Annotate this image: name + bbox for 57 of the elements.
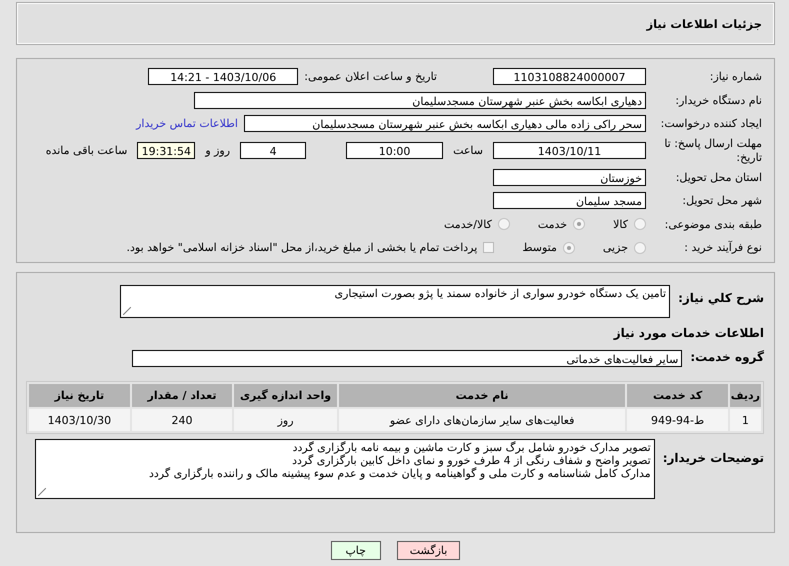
field-label: استان محل تحویل: [674, 170, 762, 184]
days-field[interactable]: 4 [240, 142, 306, 159]
text-field[interactable]: سحر راکی زاده مالی دهیاری ابکاسه بخش عنبر شهرستان مسجدسلیمان [244, 115, 646, 132]
field-label: ساعت [452, 144, 484, 157]
text-field[interactable]: 1103108824000007 [493, 68, 646, 86]
column-header: کد خدمت [627, 384, 728, 407]
column-header: واحد اندازه گیری [234, 384, 337, 407]
checkbox[interactable] [483, 242, 494, 254]
text-field[interactable]: خوزستان [493, 168, 646, 186]
table-cell: 1 [730, 409, 761, 431]
field-label: توضیحات خریدار: [662, 451, 764, 465]
column-header: تاریخ نیاز [29, 384, 130, 407]
radio-button[interactable] [498, 218, 510, 230]
section-title: اطلاعات خدمات مورد نیاز [612, 326, 764, 340]
field-label: شهر محل تحویل: [681, 194, 762, 208]
radio-label: کالا [613, 218, 628, 231]
radio-button[interactable] [634, 242, 646, 254]
radio-label: متوسط [522, 241, 557, 254]
text-field[interactable]: 1403/10/06 - 14:21 [148, 68, 298, 86]
radio-label: کالا/خدمت [444, 218, 492, 231]
action-button[interactable]: بازگشت [396, 541, 460, 560]
table-cell: فعالیت‌های سایر سازمان‌های دارای عضو [338, 409, 626, 431]
field-label: ساعت باقی مانده [44, 144, 128, 157]
radio-button[interactable] [573, 218, 586, 230]
field-label: تاریخ و ساعت اعلان عمومی: [304, 70, 437, 84]
field-label: نوع فرآیند خرید : [683, 241, 762, 254]
field-label: مهلت ارسال پاسخ: تا تاریخ: [663, 137, 762, 164]
text-area[interactable]: تصویر مدارک خودرو شامل برگ سبز و کارت ماشین و بیمه نامه بارگزاری گردد تصویر واضح و شفاف رنگی از 4 طرف خورو و نمای داخل کابین بارگزاری گردد مدارک کامل شناسنامه و کارت ملی و گواهینامه و پایان خدمت و عدم سوء پیشینه مالک و راننده بارگزاری گردد [34, 439, 655, 499]
field-label: نام دستگاه خریدار: [674, 94, 762, 107]
action-button[interactable]: چاپ [330, 541, 381, 560]
table-cell: روز [234, 409, 337, 431]
radio-button[interactable] [562, 242, 575, 254]
table-cell: ط-94-949 [627, 409, 728, 431]
checkbox-label: پرداخت تمام یا بخشی از مبلغ خرید،از محل "اسناد خزانه اسلامی" خواهد بود. [126, 241, 478, 254]
column-header: ردیف [730, 384, 761, 407]
contact-link[interactable]: اطلاعات تماس خریدار [136, 117, 238, 130]
radio-label: خدمت [538, 218, 568, 231]
field-label: گروه خدمت: [690, 350, 764, 364]
radio-label: جزیی [602, 241, 628, 254]
field-label: شماره نیاز: [708, 70, 762, 84]
column-header: نام خدمت [338, 384, 626, 407]
field-label: ایجاد کننده درخواست: [660, 117, 762, 130]
table-cell: 240 [132, 409, 232, 431]
field-label: طبقه بندی موضوعی: [664, 218, 762, 231]
table-cell: 1403/10/30 [29, 409, 130, 431]
column-header: تعداد / مقدار [132, 384, 232, 407]
date-field[interactable]: 1403/10/11 [493, 142, 646, 159]
text-area[interactable]: تامین یک دستگاه خودرو سواری از خانواده سمند یا پژو بصورت استیجاری [120, 285, 670, 318]
field-label: شرح كلي نياز: [678, 291, 764, 305]
time-field[interactable]: 10:00 [346, 142, 444, 159]
radio-button[interactable] [634, 218, 646, 230]
text-field[interactable]: مسجد سلیمان [493, 192, 646, 210]
countdown-field: 19:31:54 [137, 142, 196, 159]
text-field[interactable]: دهیاری ابکاسه بخش عنبر شهرستان مسجدسلیمان [194, 92, 646, 109]
field-label: روز و [204, 144, 232, 157]
page-title: جزئیات اطلاعات نیاز [646, 16, 762, 30]
text-field[interactable]: سایر فعالیت‌های خدماتی [132, 350, 682, 367]
